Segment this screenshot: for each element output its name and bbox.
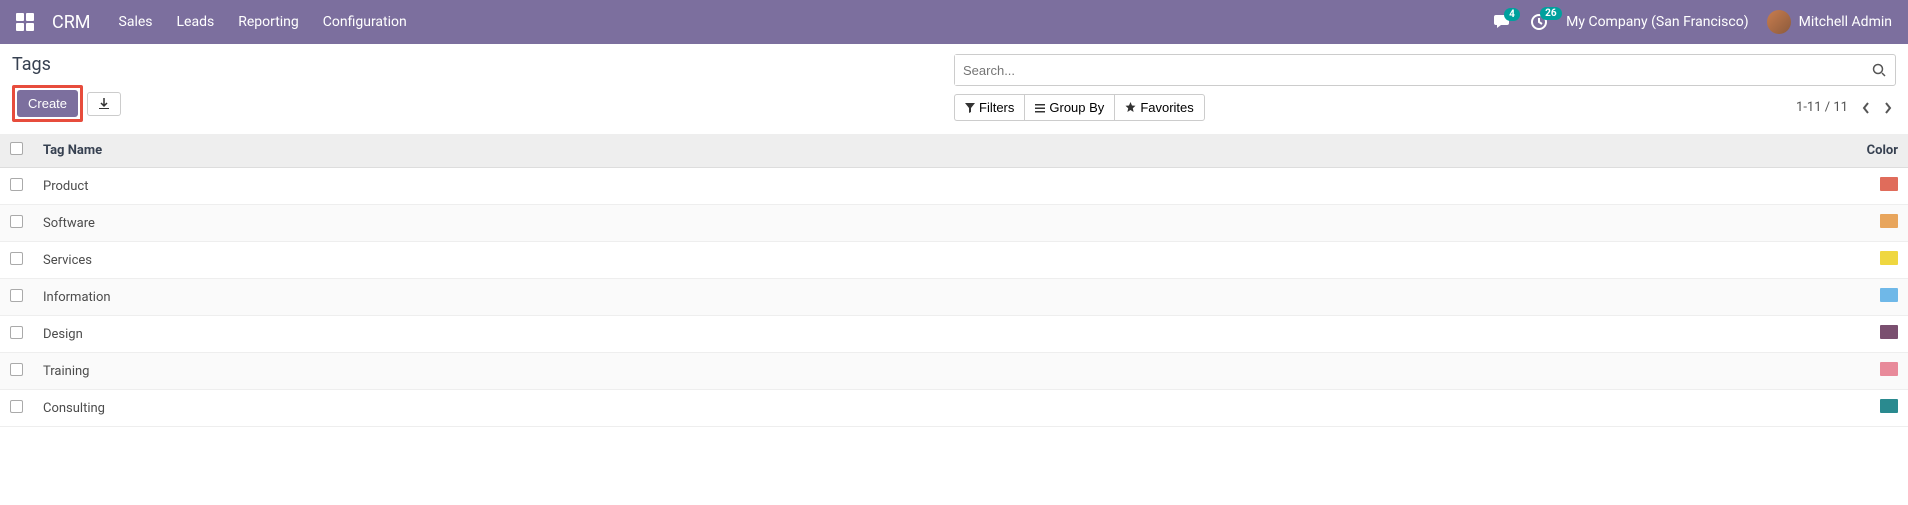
row-checkbox-cell: [0, 205, 33, 242]
header-name[interactable]: Tag Name: [33, 134, 1828, 168]
pager: 1-11 / 11: [1796, 100, 1896, 116]
row-checkbox-cell: [0, 390, 33, 427]
messages-badge: 4: [1504, 8, 1520, 21]
control-bottom-right: Filters Group By Favorites 1-11 / 11: [954, 94, 1896, 121]
pager-total: 11: [1833, 100, 1848, 115]
color-swatch[interactable]: [1880, 362, 1898, 376]
header-color[interactable]: Color: [1828, 134, 1908, 168]
row-name: Training: [33, 353, 1828, 390]
export-button[interactable]: [87, 92, 121, 116]
color-swatch[interactable]: [1880, 325, 1898, 339]
messages-button[interactable]: 4: [1494, 14, 1512, 30]
table-row[interactable]: Information: [0, 279, 1908, 316]
download-icon: [98, 98, 110, 110]
pager-prev[interactable]: [1858, 100, 1875, 116]
row-color-cell: [1828, 316, 1908, 353]
list-icon: [1035, 103, 1045, 113]
table-row[interactable]: Services: [0, 242, 1908, 279]
favorites-button[interactable]: Favorites: [1114, 94, 1204, 121]
create-button[interactable]: Create: [17, 90, 78, 117]
groupby-button[interactable]: Group By: [1024, 94, 1114, 121]
color-swatch[interactable]: [1880, 288, 1898, 302]
row-checkbox[interactable]: [10, 252, 23, 265]
pager-next[interactable]: [1879, 100, 1896, 116]
control-panel-left: Tags Create: [12, 54, 954, 130]
search-icon: [1872, 63, 1886, 77]
company-selector[interactable]: My Company (San Francisco): [1566, 14, 1748, 30]
row-checkbox-cell: [0, 168, 33, 205]
row-color-cell: [1828, 168, 1908, 205]
breadcrumb: Tags: [12, 54, 954, 75]
color-swatch[interactable]: [1880, 399, 1898, 413]
row-checkbox-cell: [0, 279, 33, 316]
row-name: Services: [33, 242, 1828, 279]
navbar-left: CRM Sales Leads Reporting Configuration: [16, 12, 407, 33]
navbar-right: 4 26 My Company (San Francisco) Mitchell…: [1494, 10, 1892, 34]
nav-item-leads[interactable]: Leads: [177, 14, 215, 30]
user-menu[interactable]: Mitchell Admin: [1767, 10, 1892, 34]
table-row[interactable]: Training: [0, 353, 1908, 390]
row-checkbox[interactable]: [10, 215, 23, 228]
row-checkbox[interactable]: [10, 400, 23, 413]
chevron-right-icon: [1883, 102, 1892, 114]
row-color-cell: [1828, 242, 1908, 279]
row-color-cell: [1828, 279, 1908, 316]
row-name: Consulting: [33, 390, 1828, 427]
tags-table: Tag Name Color ProductSoftwareServicesIn…: [0, 134, 1908, 427]
apps-icon[interactable]: [16, 13, 34, 31]
user-name: Mitchell Admin: [1799, 14, 1892, 30]
filters-label: Filters: [979, 100, 1014, 115]
create-highlight: Create: [12, 85, 83, 122]
row-checkbox[interactable]: [10, 289, 23, 302]
row-name: Product: [33, 168, 1828, 205]
table-row[interactable]: Consulting: [0, 390, 1908, 427]
row-checkbox-cell: [0, 316, 33, 353]
table-header-row: Tag Name Color: [0, 134, 1908, 168]
search-input[interactable]: [955, 55, 1863, 85]
chevron-left-icon: [1862, 102, 1871, 114]
row-name: Information: [33, 279, 1828, 316]
row-checkbox[interactable]: [10, 178, 23, 191]
row-color-cell: [1828, 353, 1908, 390]
search-button[interactable]: [1863, 63, 1895, 77]
row-name: Design: [33, 316, 1828, 353]
row-color-cell: [1828, 390, 1908, 427]
header-checkbox-cell: [0, 134, 33, 168]
nav-item-reporting[interactable]: Reporting: [238, 14, 299, 30]
app-name[interactable]: CRM: [52, 12, 91, 33]
table-row[interactable]: Software: [0, 205, 1908, 242]
color-swatch[interactable]: [1880, 214, 1898, 228]
avatar: [1767, 10, 1791, 34]
color-swatch[interactable]: [1880, 251, 1898, 265]
filters-button[interactable]: Filters: [954, 94, 1024, 121]
row-color-cell: [1828, 205, 1908, 242]
nav-menu: Sales Leads Reporting Configuration: [119, 14, 407, 30]
control-buttons: Create: [12, 85, 954, 122]
top-navbar: CRM Sales Leads Reporting Configuration …: [0, 0, 1908, 44]
activities-button[interactable]: 26: [1530, 13, 1548, 31]
color-swatch[interactable]: [1880, 177, 1898, 191]
pager-range[interactable]: 1-11: [1796, 100, 1822, 115]
row-name: Software: [33, 205, 1828, 242]
pager-text: 1-11 / 11: [1796, 100, 1848, 115]
row-checkbox-cell: [0, 353, 33, 390]
favorites-label: Favorites: [1140, 100, 1193, 115]
search-box: [954, 54, 1896, 86]
pager-nav: [1858, 100, 1896, 116]
control-panel: Tags Create Filters: [0, 44, 1908, 130]
groupby-label: Group By: [1049, 100, 1104, 115]
funnel-icon: [965, 103, 975, 113]
row-checkbox[interactable]: [10, 326, 23, 339]
nav-item-configuration[interactable]: Configuration: [323, 14, 407, 30]
star-icon: [1125, 102, 1136, 113]
nav-item-sales[interactable]: Sales: [119, 14, 153, 30]
row-checkbox-cell: [0, 242, 33, 279]
control-panel-right: Filters Group By Favorites 1-11 / 11: [954, 54, 1896, 130]
table-row[interactable]: Product: [0, 168, 1908, 205]
activities-badge: 26: [1540, 7, 1561, 20]
row-checkbox[interactable]: [10, 363, 23, 376]
filter-buttons: Filters Group By Favorites: [954, 94, 1205, 121]
table-row[interactable]: Design: [0, 316, 1908, 353]
select-all-checkbox[interactable]: [10, 142, 23, 155]
